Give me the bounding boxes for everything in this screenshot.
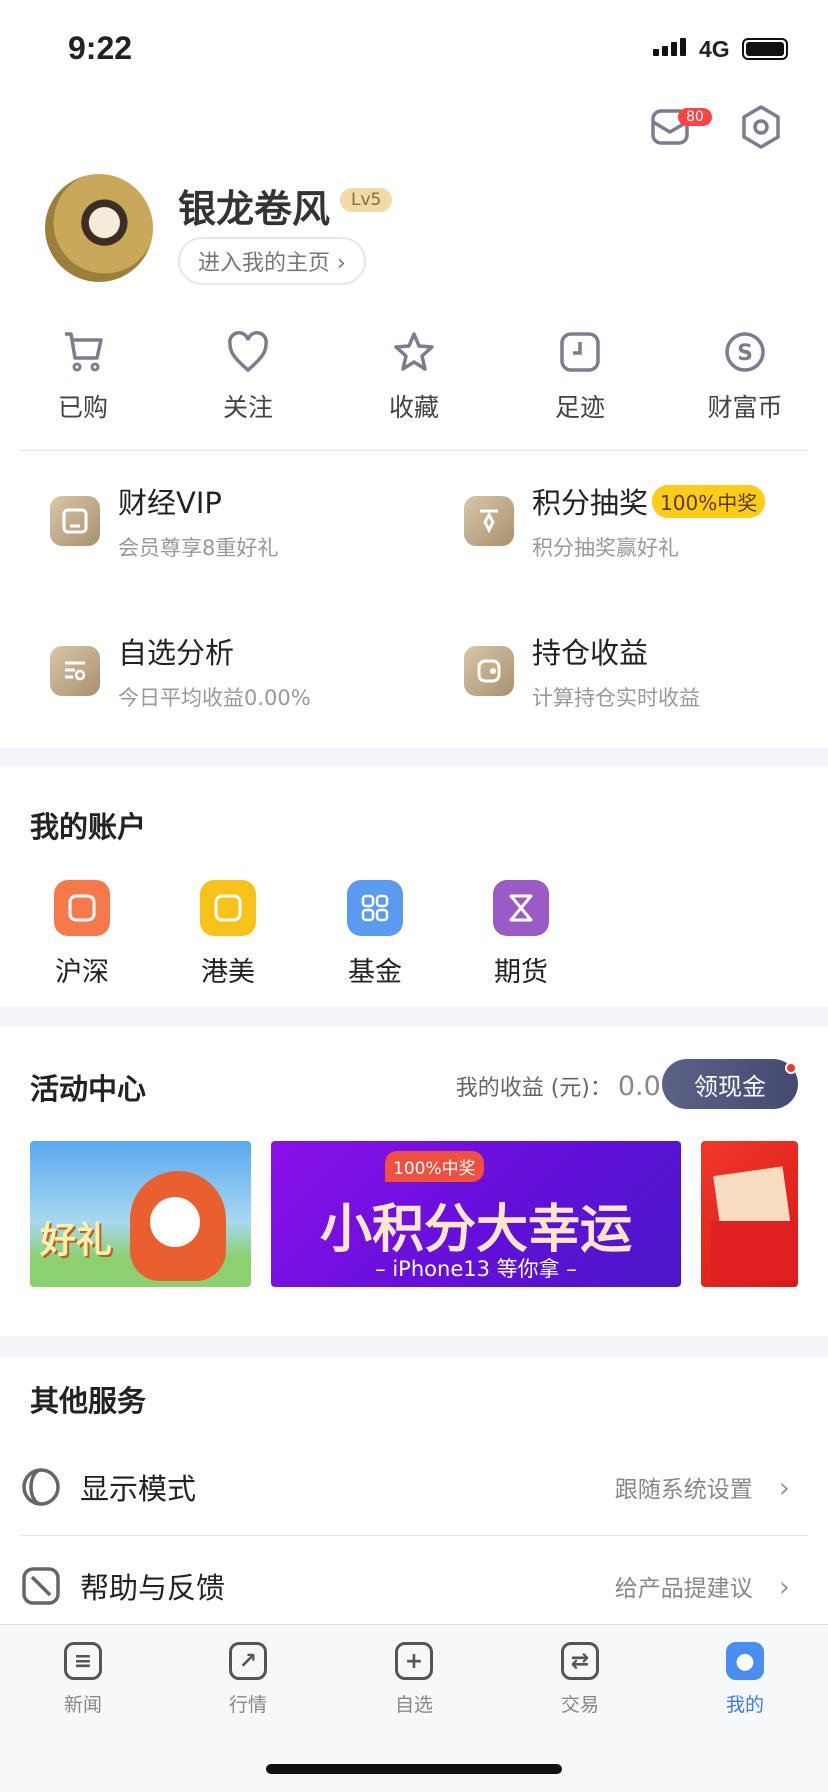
tab-news[interactable]: ≡ 新闻 — [0, 1642, 166, 1717]
signal-icon — [653, 38, 686, 56]
settings-icon[interactable] — [740, 104, 782, 150]
svg-text:S: S — [737, 341, 753, 366]
section-gap — [0, 1336, 828, 1357]
account-icon — [54, 880, 110, 936]
account-shanghai-shenzhen[interactable]: 沪深 — [32, 880, 132, 989]
analysis-icon — [50, 646, 100, 696]
heart-icon — [228, 331, 268, 373]
shortcut-follow[interactable]: 关注 — [165, 330, 331, 424]
banner-farm[interactable]: 好礼 — [30, 1141, 251, 1287]
fund-icon — [347, 880, 403, 936]
battery-icon — [742, 38, 788, 60]
hourglass-icon — [493, 880, 549, 936]
service-help-feedback[interactable]: 帮助与反馈 给产品提建议 › — [20, 1551, 808, 1621]
tab-profile[interactable]: ● 我的 — [662, 1642, 828, 1717]
account-fund[interactable]: 基金 — [325, 880, 425, 989]
feature-watchlist-analysis[interactable]: 自选分析 今日平均收益0.00% — [50, 630, 311, 712]
wallet-icon — [464, 646, 514, 696]
trade-icon: ⇄ — [561, 1642, 599, 1680]
section-gap — [0, 1007, 828, 1027]
lottery-icon — [464, 496, 514, 546]
avatar[interactable] — [45, 174, 153, 282]
shortcut-history[interactable]: 足迹 — [497, 330, 663, 424]
clock-icon — [560, 332, 600, 372]
claim-cash-button[interactable]: 领现金 — [662, 1059, 798, 1109]
shortcut-favorites[interactable]: 收藏 — [331, 330, 497, 424]
status-time: 9:22 — [68, 30, 133, 66]
activity-title: 活动中心 — [30, 1072, 147, 1106]
help-icon — [22, 1567, 60, 1605]
cart-icon — [65, 332, 103, 372]
lottery-badge: 100%中奖 — [652, 484, 766, 518]
star-icon — [394, 332, 434, 371]
chevron-right-icon: › — [778, 1569, 790, 1603]
news-icon: ≡ — [64, 1642, 102, 1680]
feature-vip[interactable]: 财经VIP 会员尊享8重好礼 — [50, 480, 278, 562]
network-type: 4G — [699, 36, 730, 62]
home-indicator — [266, 1764, 562, 1774]
divider — [20, 450, 808, 451]
section-gap — [0, 748, 828, 767]
tab-watchlist[interactable]: + 自选 — [331, 1642, 497, 1717]
vip-icon — [50, 496, 100, 546]
tab-trade[interactable]: ⇄ 交易 — [497, 1642, 663, 1717]
notification-dot — [785, 1062, 797, 1074]
services-title: 其他服务 — [30, 1384, 147, 1418]
shortcut-purchased[interactable]: 已购 — [0, 330, 166, 424]
message-count-badge: 80 — [678, 108, 712, 126]
service-display-mode[interactable]: 显示模式 跟随系统设置 › — [20, 1452, 808, 1522]
coin-icon: S — [725, 332, 765, 372]
feature-lottery[interactable]: 积分抽奖 100%中奖 积分抽奖赢好礼 — [464, 480, 766, 562]
tab-market[interactable]: ↗ 行情 — [165, 1642, 331, 1717]
banner-lottery[interactable]: 100%中奖 小积分大幸运 – iPhone13 等你拿 – — [271, 1141, 681, 1287]
feature-position-earnings[interactable]: 持仓收益 计算持仓实时收益 — [464, 630, 700, 712]
market-icon: ↗ — [229, 1642, 267, 1680]
chevron-right-icon: › — [778, 1470, 790, 1504]
earnings: 我的收益 (元)： 0.00 — [455, 1071, 678, 1102]
banner-stock-gift[interactable] — [701, 1141, 798, 1287]
username: 银龙卷风 — [178, 187, 331, 231]
account-futures[interactable]: 期货 — [471, 880, 571, 989]
accounts-title: 我的账户 — [30, 810, 147, 844]
level-badge: Lv5 — [340, 188, 393, 212]
account-hk-us[interactable]: 港美 — [178, 880, 278, 989]
profile-icon: ● — [726, 1642, 764, 1680]
account-icon — [200, 880, 256, 936]
add-watchlist-icon: + — [395, 1642, 433, 1680]
shortcut-wealth-coin[interactable]: S 财富币 — [662, 330, 828, 424]
divider — [20, 1535, 808, 1536]
display-mode-icon — [22, 1468, 60, 1506]
homepage-link[interactable]: 进入我的主页 › — [178, 237, 366, 285]
